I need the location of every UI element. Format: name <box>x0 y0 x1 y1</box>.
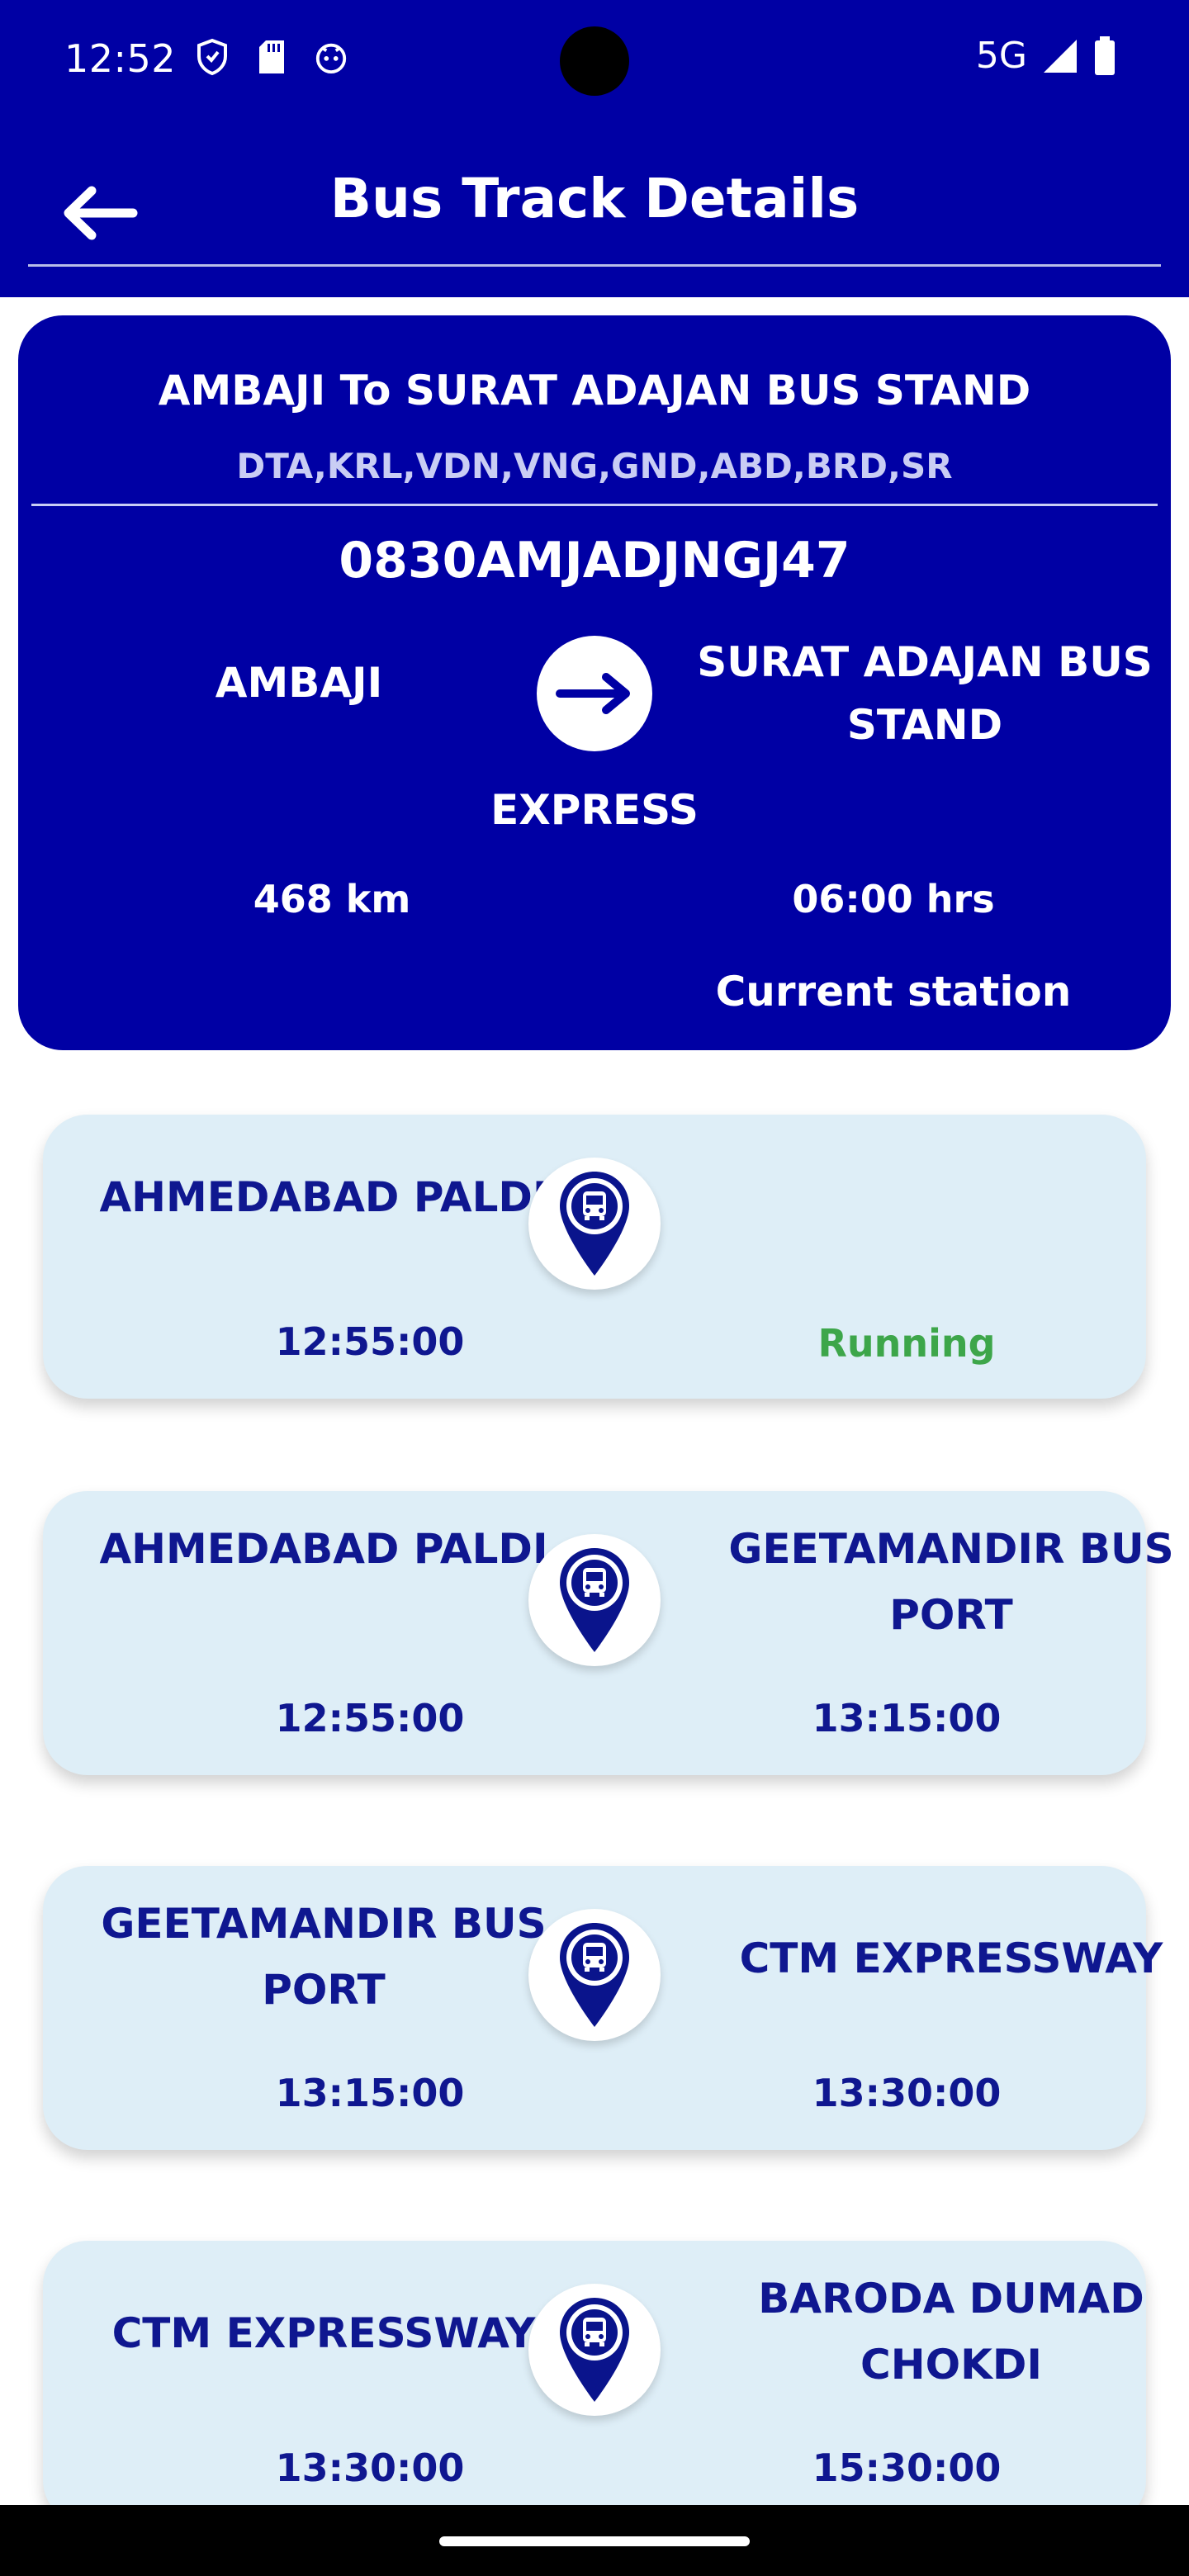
status-time: 12:52 <box>64 36 177 81</box>
assistant-icon <box>314 36 348 78</box>
segment-to-stop: CTM EXPRESSWAY <box>739 1934 1163 1982</box>
shield-icon <box>195 36 230 78</box>
current-station-label: Current station <box>715 968 1072 1016</box>
segment-card[interactable]: AHMEDABAD PALDI 12:55:00 Running <box>43 1115 1146 1399</box>
route-via-stops: DTA,KRL,VDN,VNG,GND,ABD,BRD,SR <box>236 446 953 486</box>
direction-indicator <box>537 636 652 751</box>
app-bar-divider <box>28 264 1161 267</box>
home-gesture-handle[interactable] <box>439 2536 750 2546</box>
service-type: EXPRESS <box>490 786 699 834</box>
bus-location-icon <box>560 2298 629 2402</box>
segment-status: Running <box>817 1321 996 1366</box>
segment-to-time: 15:30:00 <box>812 2446 1002 2490</box>
sd-card-icon <box>254 36 289 78</box>
segment-from-time: 13:30:00 <box>275 2446 465 2490</box>
route-divider <box>31 504 1158 506</box>
status-icons <box>195 36 348 78</box>
signal-icon <box>1044 39 1077 73</box>
segment-card[interactable]: AHMEDABAD PALDI GEETAMANDIR BUS PORT 12:… <box>43 1491 1174 1775</box>
route-title: AMBAJI To SURAT ADAJAN BUS STAND <box>158 367 1031 414</box>
arrow-right-icon <box>556 673 630 714</box>
segment-from-stop: GEETAMANDIR BUS PORT <box>101 1900 547 2014</box>
camera-cutout <box>560 26 629 96</box>
segment-to-stop: BARODA DUMAD CHOKDI <box>758 2275 1144 2389</box>
app-bar: Bus Track Details <box>0 124 1189 297</box>
page-title: Bus Track Details <box>329 167 860 230</box>
segment-to-time: 13:30:00 <box>812 2071 1002 2115</box>
segment-card[interactable]: CTM EXPRESSWAY BARODA DUMAD CHOKDI 13:30… <box>43 2241 1146 2525</box>
segment-from-time: 13:15:00 <box>275 2071 465 2115</box>
segment-card[interactable]: GEETAMANDIR BUS PORT CTM EXPRESSWAY 13:1… <box>43 1866 1163 2150</box>
bus-stop-pin <box>528 1534 661 1666</box>
bus-stop-pin <box>528 1158 661 1290</box>
bus-stop-pin <box>528 2284 661 2416</box>
system-nav-bar <box>0 2505 1189 2576</box>
route-distance: 468 km <box>253 877 411 921</box>
segment-from-stop: AHMEDABAD PALDI <box>99 1173 548 1221</box>
destination-stop: SURAT ADAJAN BUS STAND <box>697 638 1153 749</box>
route-summary-card: AMBAJI To SURAT ADAJAN BUS STAND DTA,KRL… <box>18 315 1171 1050</box>
status-right: 5G <box>976 35 1116 77</box>
origin-stop: AMBAJI <box>215 659 383 707</box>
route-duration: 06:00 hrs <box>792 877 995 921</box>
bus-location-icon <box>560 1172 629 1276</box>
segment-from-time: 12:55:00 <box>275 1696 465 1740</box>
segment-to-stop: GEETAMANDIR BUS PORT <box>728 1525 1174 1639</box>
segment-from-stop: AHMEDABAD PALDI <box>99 1525 548 1573</box>
segment-from-stop: CTM EXPRESSWAY <box>111 2309 536 2357</box>
bus-location-icon <box>560 1548 629 1652</box>
segment-to-time: 13:15:00 <box>812 1696 1002 1740</box>
segment-from-time: 12:55:00 <box>275 1319 465 1364</box>
route-code: 0830AMJADJNGJ47 <box>339 532 850 590</box>
battery-icon <box>1095 36 1115 75</box>
status-bar: 12:52 5G <box>0 0 1189 124</box>
bus-stop-pin <box>528 1909 661 2041</box>
bus-location-icon <box>560 1923 629 2027</box>
network-type: 5G <box>975 35 1027 77</box>
